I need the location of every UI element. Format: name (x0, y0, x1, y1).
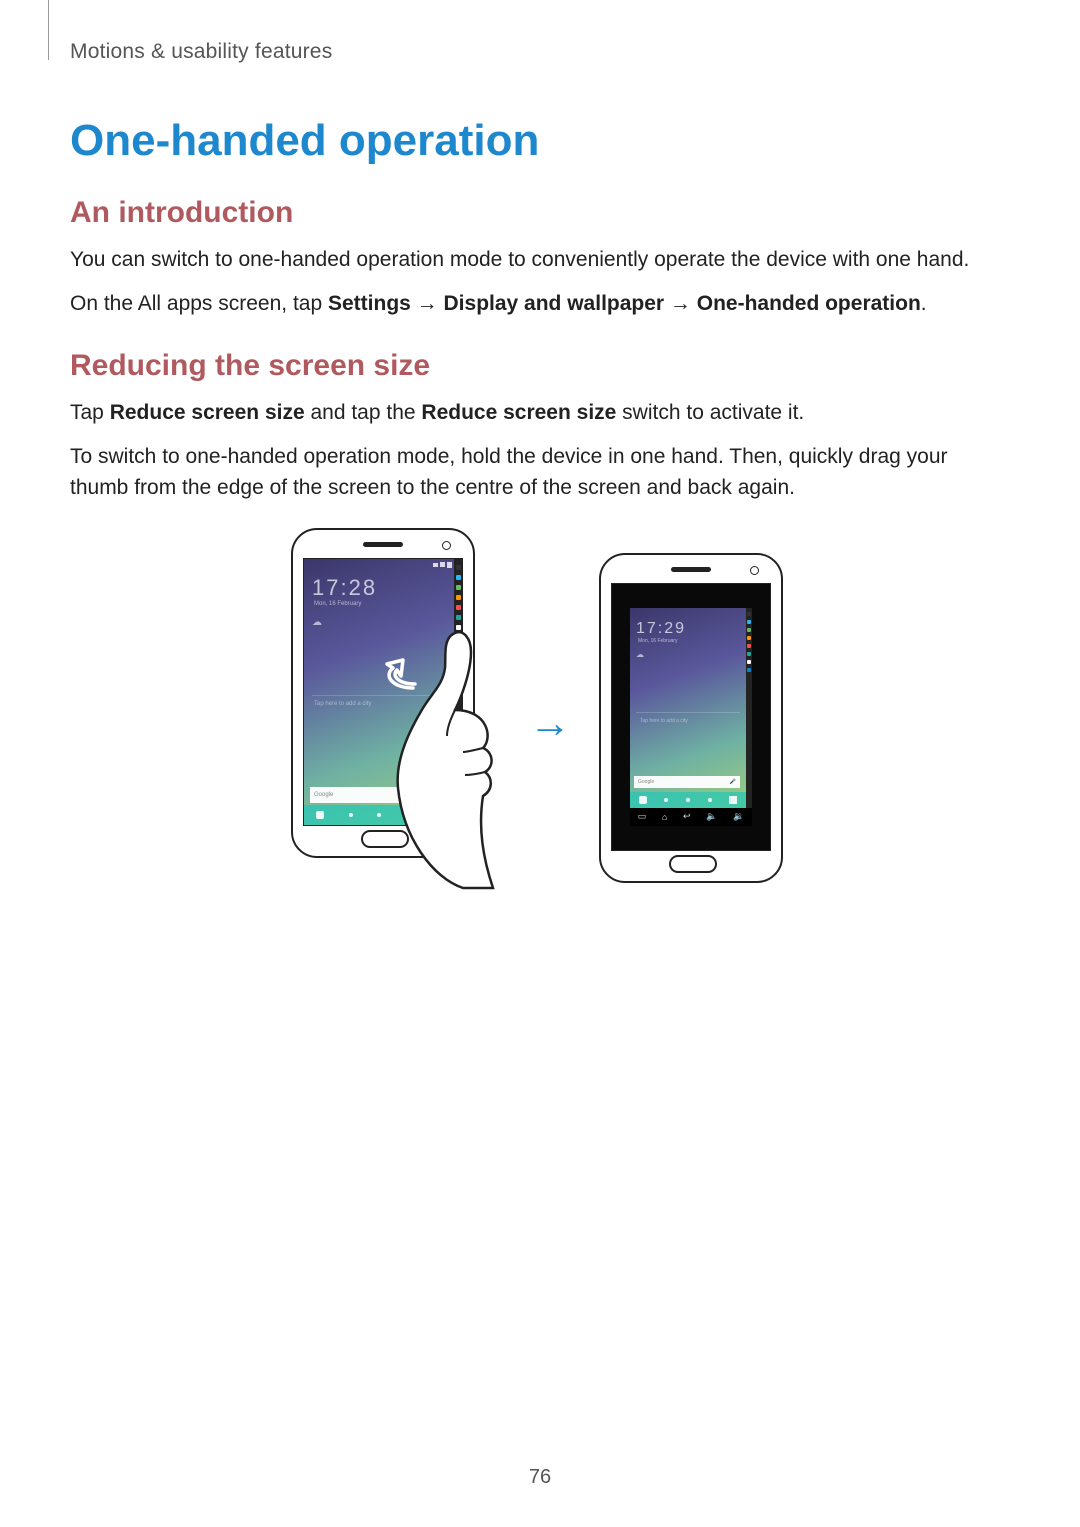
mini-nav-bar: ▭ ⌂ ↩ 🔈 🔉 (630, 808, 752, 826)
edge-panel (746, 608, 752, 808)
dock (630, 792, 746, 808)
section-heading-intro: An introduction (70, 196, 1010, 230)
device-frame-left: 17:28 Mon, 16 February ☁ Tap here to add… (291, 528, 475, 858)
mini-home-screen: 17:29 Mon, 16 February ☁ Tap here to add… (630, 608, 752, 808)
intro-paragraph-2: On the All apps screen, tap Settings → D… (70, 288, 1010, 320)
phone-icon (316, 811, 324, 819)
home-button-icon (669, 855, 717, 873)
date-label: Mon, 16 February (638, 638, 677, 644)
edge-icon (747, 652, 751, 656)
search-label: Google (638, 779, 654, 785)
bold-one-handed: One-handed operation (697, 292, 921, 315)
home-button-icon (361, 830, 409, 848)
phone-icon (639, 796, 647, 804)
text-fragment: and tap the (305, 401, 422, 424)
weather-icon: ☁ (312, 617, 322, 628)
status-bar (304, 559, 454, 570)
dock (304, 805, 454, 825)
transition-arrow-icon: → (529, 699, 571, 747)
back-icon: ↩ (683, 811, 691, 822)
arrow-glyph: → (664, 292, 697, 315)
bold-settings: Settings (328, 292, 411, 315)
volume-down-icon: 🔈 (706, 811, 717, 822)
edge-icon (747, 636, 751, 640)
edge-icon (747, 644, 751, 648)
edge-icon (456, 615, 461, 620)
breadcrumb: Motions & usability features (70, 40, 1010, 64)
edge-icon (747, 628, 751, 632)
page-title: One-handed operation (70, 116, 1010, 166)
edge-icon (747, 660, 751, 664)
text-fragment: Tap (70, 401, 110, 424)
weather-icon: ☁ (636, 650, 644, 659)
clock-widget: 17:28 (312, 575, 377, 601)
bold-reduce-2: Reduce screen size (421, 401, 616, 424)
page-indicator-icon (686, 798, 690, 802)
mic-icon: 🎤 (435, 791, 442, 798)
intro-paragraph-1: You can switch to one-handed operation m… (70, 244, 1010, 276)
edge-icon (456, 635, 461, 640)
page-indicator-icon (664, 798, 668, 802)
edge-icon (456, 625, 461, 630)
widget-divider (636, 712, 740, 713)
section-heading-reduce: Reducing the screen size (70, 349, 1010, 383)
apps-icon (434, 811, 442, 819)
page-indicator-icon (349, 813, 353, 817)
device-frame-right: ⤢ 17:29 Mon, 16 February ☁ Tap here to a… (599, 553, 783, 883)
edge-icon (456, 585, 461, 590)
edge-icon (456, 605, 461, 610)
edge-icon (747, 620, 751, 624)
home-icon: ⌂ (662, 812, 667, 822)
search-bar: Google 🎤 (634, 776, 740, 788)
edge-icon (747, 668, 751, 672)
arrow-glyph: → (411, 292, 444, 315)
speaker-icon (363, 542, 403, 547)
reduced-screen-area: ⤢ 17:29 Mon, 16 February ☁ Tap here to a… (630, 608, 752, 826)
reduce-paragraph-1: Tap Reduce screen size and tap the Reduc… (70, 397, 1010, 429)
camera-icon (750, 566, 759, 575)
edge-icon (456, 575, 461, 580)
device-screen-right: ⤢ 17:29 Mon, 16 February ☁ Tap here to a… (611, 583, 771, 851)
edge-icon (747, 612, 751, 616)
widget-divider (312, 695, 448, 696)
text-fragment: On the All apps screen, tap (70, 292, 328, 315)
reduce-paragraph-2: To switch to one-handed operation mode, … (70, 441, 1010, 504)
device-screen-left: 17:28 Mon, 16 February ☁ Tap here to add… (303, 558, 463, 826)
search-label: Google (314, 792, 333, 798)
figure-row: 17:28 Mon, 16 February ☁ Tap here to add… (70, 528, 1010, 918)
clock-widget: 17:29 (636, 620, 686, 638)
search-bar: Google 🎤 (310, 787, 446, 803)
speaker-icon (671, 567, 711, 572)
figure-before: 17:28 Mon, 16 February ☁ Tap here to add… (291, 528, 501, 918)
widget-hint: Tap here to add a city (640, 718, 688, 724)
figure-after: ⤢ 17:29 Mon, 16 February ☁ Tap here to a… (599, 553, 789, 893)
bold-display-wallpaper: Display and wallpaper (444, 292, 665, 315)
page-indicator-icon (405, 813, 409, 817)
volume-up-icon: 🔉 (733, 811, 744, 822)
page-indicator-icon (708, 798, 712, 802)
text-fragment: . (921, 292, 927, 315)
date-label: Mon, 16 February (314, 601, 361, 607)
page-number: 76 (0, 1466, 1080, 1489)
page-indicator-icon (377, 813, 381, 817)
edge-panel (454, 559, 462, 825)
vertical-margin-rule (48, 0, 49, 60)
edge-icon (456, 595, 461, 600)
mic-icon: 🎤 (730, 779, 736, 785)
bold-reduce-1: Reduce screen size (110, 401, 305, 424)
recents-icon: ▭ (638, 811, 647, 822)
widget-hint: Tap here to add a city (314, 701, 371, 707)
camera-icon (442, 541, 451, 550)
text-fragment: switch to activate it. (616, 401, 804, 424)
edge-icon (456, 565, 461, 570)
apps-icon (729, 796, 737, 804)
